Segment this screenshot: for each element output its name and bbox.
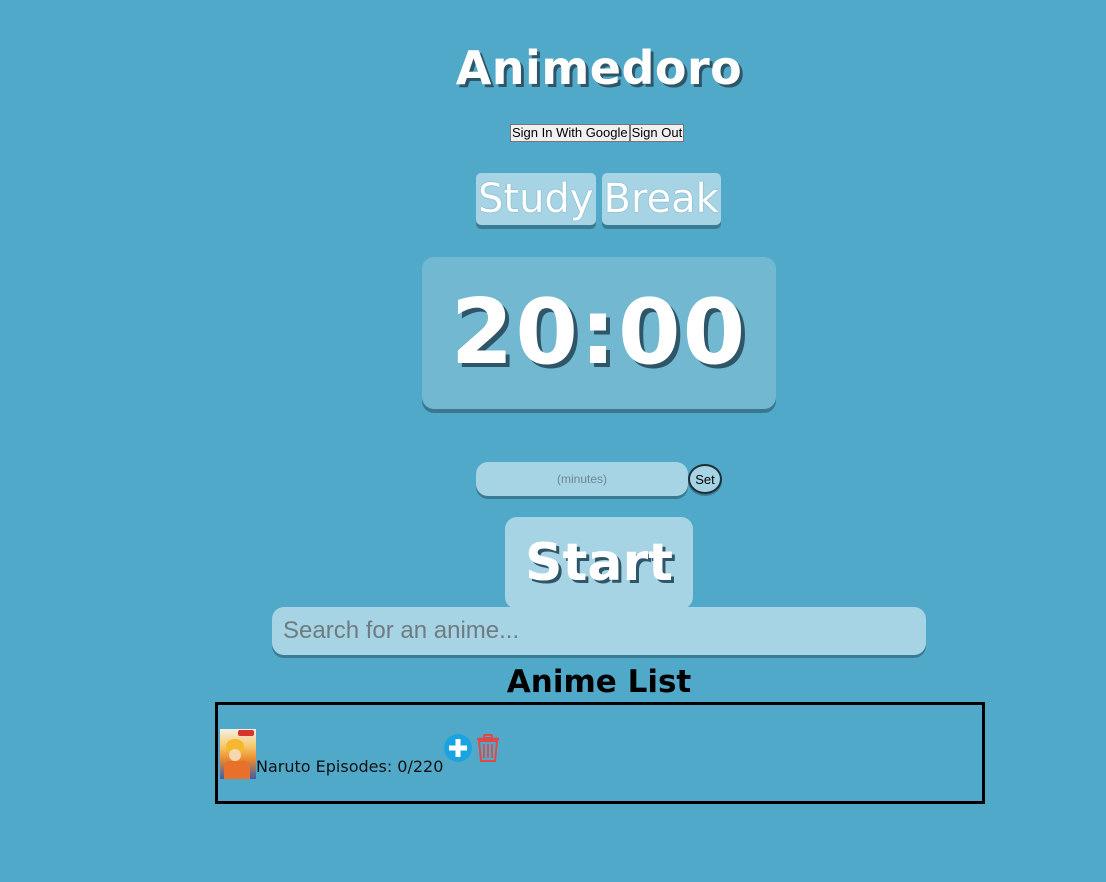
mode-toggle: Study Break (476, 173, 721, 225)
timer-readout: 20:00 (450, 280, 748, 385)
minutes-input[interactable] (476, 462, 688, 496)
minutes-setter: Set (476, 462, 722, 496)
anime-list-heading: Anime List (506, 664, 692, 700)
anime-search-input[interactable] (272, 607, 926, 655)
set-minutes-button[interactable]: Set (688, 464, 722, 494)
sign-out-button[interactable]: Sign Out (629, 124, 685, 142)
anime-thumbnail (220, 729, 256, 779)
plus-circle-icon[interactable] (443, 733, 473, 763)
study-mode-button[interactable]: Study (476, 173, 596, 225)
list-item: Naruto Episodes: 0/220 (220, 727, 503, 779)
start-button[interactable]: Start (505, 517, 693, 609)
timer-display-panel: 20:00 (422, 257, 776, 409)
anime-episode-progress: Naruto Episodes: 0/220 (256, 757, 444, 776)
page: Animedoro Sign In With Google Sign Out S… (0, 0, 1106, 882)
auth-buttons: Sign In With Google Sign Out (510, 124, 685, 142)
app-title: Animedoro (455, 41, 743, 95)
trash-icon[interactable] (473, 733, 503, 763)
anime-list: Naruto Episodes: 0/220 (215, 702, 985, 804)
break-mode-button[interactable]: Break (601, 173, 721, 225)
sign-in-google-button[interactable]: Sign In With Google (510, 124, 630, 142)
